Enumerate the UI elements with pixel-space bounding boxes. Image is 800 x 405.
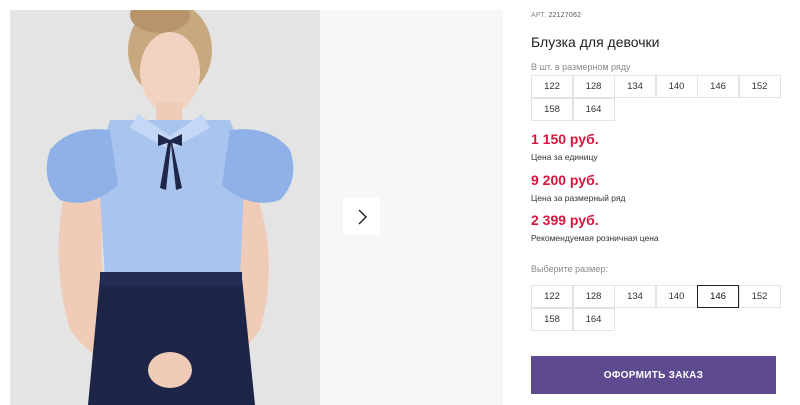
series-size-cell-146: 146 <box>697 75 739 98</box>
series-size-cell-164: 164 <box>572 98 615 121</box>
unit-price: 1 150 руб. <box>531 131 599 147</box>
size-picker-caption: Выберите размер: <box>531 264 608 274</box>
article-number: 22127062 <box>548 12 582 19</box>
size-option-152[interactable]: 152 <box>738 285 781 308</box>
product-title: Блузка для девочки <box>531 34 660 50</box>
size-series-grid: 122 128 134 140 146 152 158 164 <box>531 75 781 123</box>
product-gallery <box>10 10 503 405</box>
size-option-122[interactable]: 122 <box>531 285 573 308</box>
order-button[interactable]: ОФОРМИТЬ ЗАКАЗ <box>531 356 776 394</box>
size-option-128[interactable]: 128 <box>572 285 615 308</box>
series-size-cell-158: 158 <box>531 98 573 121</box>
series-price: 9 200 руб. <box>531 172 599 188</box>
size-option-164[interactable]: 164 <box>572 308 615 331</box>
chevron-right-icon <box>358 209 367 224</box>
product-photo[interactable] <box>10 10 320 405</box>
series-price-note: Цена за размерный ряд <box>531 193 626 203</box>
size-option-134[interactable]: 134 <box>614 285 656 308</box>
size-option-158[interactable]: 158 <box>531 308 573 331</box>
retail-price-note: Рекомендуемая розничная цена <box>531 233 659 243</box>
series-size-cell-140: 140 <box>655 75 698 98</box>
size-series-caption: В шт. в размерном ряду <box>531 62 631 72</box>
gallery-next-button[interactable] <box>343 198 380 235</box>
article-line: АРТ. 22127062 <box>531 12 581 19</box>
series-size-cell-128: 128 <box>572 75 615 98</box>
unit-price-note: Цена за единицу <box>531 152 598 162</box>
series-size-cell-134: 134 <box>614 75 656 98</box>
series-size-cell-152: 152 <box>738 75 781 98</box>
series-size-cell-122: 122 <box>531 75 573 98</box>
size-option-140[interactable]: 140 <box>655 285 698 308</box>
article-label: АРТ. <box>531 12 547 19</box>
retail-price: 2 399 руб. <box>531 212 599 228</box>
size-picker-grid: 122 128 134 140 146 152 158 164 <box>531 285 781 333</box>
size-option-146[interactable]: 146 <box>697 285 739 308</box>
